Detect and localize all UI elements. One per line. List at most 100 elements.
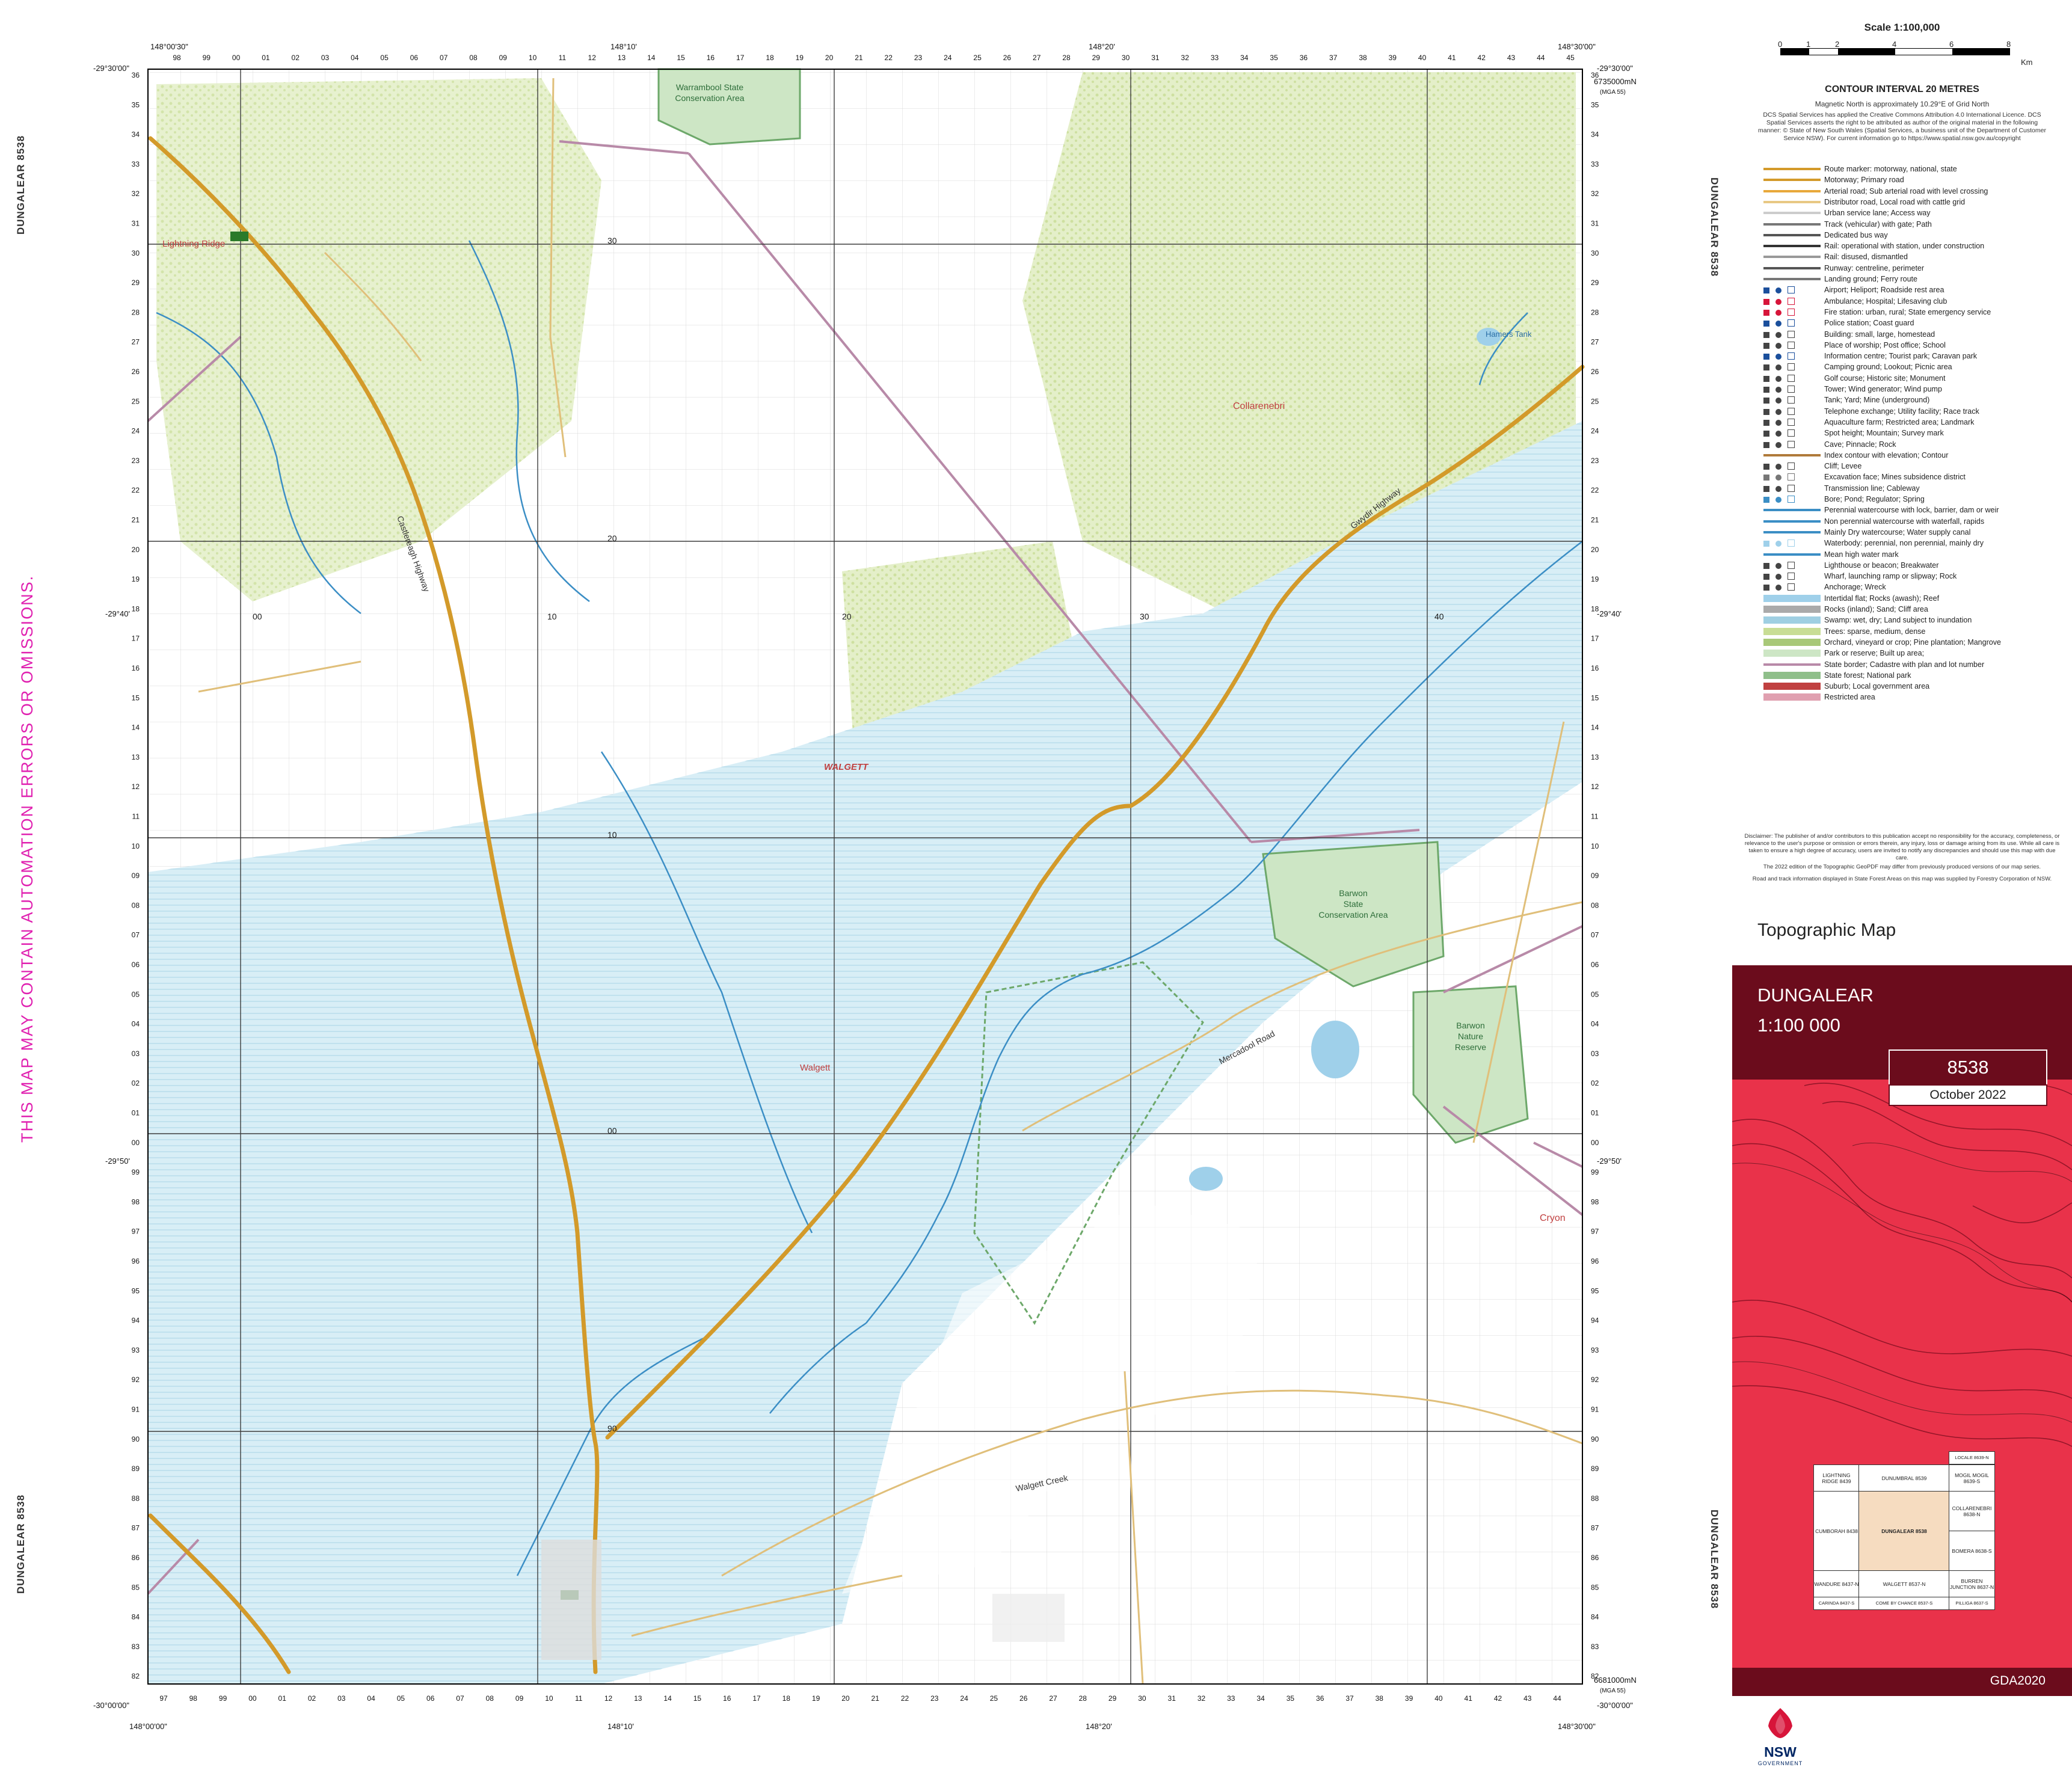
tick-label: 20 xyxy=(825,54,834,62)
tick-label: 22 xyxy=(901,1694,909,1703)
tick-label: 25 xyxy=(973,54,982,62)
datum-label: GDA2020 xyxy=(1990,1674,2046,1688)
index-cell: LIGHTNING RIDGE 8439 xyxy=(1813,1464,1860,1492)
legend-item-label: Swamp: wet, dry; Land subject to inundat… xyxy=(1824,616,1972,625)
coord-label: 148°20' xyxy=(1089,42,1115,51)
tick-label: 22 xyxy=(132,486,140,494)
tick-label: 06 xyxy=(1591,960,1599,969)
legend-item: Bore; Pond; Regulator; Spring xyxy=(1763,494,1925,505)
tick-label: 19 xyxy=(812,1694,820,1703)
legend-item: Swamp: wet, dry; Land subject to inundat… xyxy=(1763,615,1972,625)
tick-label: 91 xyxy=(1591,1406,1599,1414)
tick-label: 00 xyxy=(1591,1138,1599,1147)
legend-item-label: Suburb; Local government area xyxy=(1824,682,1930,691)
tick-label: 01 xyxy=(262,54,270,62)
tick-label: 27 xyxy=(132,338,140,346)
tick-label: 03 xyxy=(321,54,330,62)
grid-number: 10 xyxy=(547,612,557,621)
tick-label: 26 xyxy=(1003,54,1012,62)
tick-label: 42 xyxy=(1494,1694,1502,1703)
legend-item: Park or reserve; Built up area; xyxy=(1763,648,1924,659)
legend-item-label: Trees: sparse, medium, dense xyxy=(1824,627,1926,636)
legend-item: Place of worship; Post office; School xyxy=(1763,340,1946,351)
tick-label: 26 xyxy=(1019,1694,1028,1703)
legend-symbol-icon xyxy=(1763,286,1821,294)
tick-label: 09 xyxy=(515,1694,524,1703)
tick-label: 16 xyxy=(132,664,140,672)
index-cell: COLLARENEBRI 8638-N xyxy=(1949,1491,1995,1532)
legend-item-label: Fire station: urban, rural; State emerge… xyxy=(1824,307,1991,316)
legend-item-label: State border; Cadastre with plan and lot… xyxy=(1824,660,1985,669)
tick-label: 05 xyxy=(397,1694,405,1703)
legend-symbol-icon xyxy=(1763,429,1821,437)
tick-label: 17 xyxy=(132,635,140,643)
tick-label: 00 xyxy=(232,54,241,62)
tick-label: 35 xyxy=(1591,100,1599,109)
legend-item-label: Non perennial watercourse with waterfall… xyxy=(1824,517,1985,526)
place-label: Cryon xyxy=(1540,1213,1566,1223)
tick-label: 35 xyxy=(132,100,140,109)
tick-label: 88 xyxy=(132,1494,140,1502)
place-label: State xyxy=(1344,899,1363,909)
legend-symbol-icon xyxy=(1763,275,1821,283)
tick-label: 84 xyxy=(1591,1613,1599,1621)
topographic-map[interactable]: Warrambool State Conservation Area Light… xyxy=(0,0,1732,1776)
coord-label: 148°30'00" xyxy=(1558,1722,1596,1731)
tick-label: 14 xyxy=(647,54,656,62)
coord-label: 148°10' xyxy=(610,42,637,51)
legend-item-label: Ambulance; Hospital; Lifesaving club xyxy=(1824,297,1947,306)
legend-symbol-icon xyxy=(1763,573,1821,580)
index-cell-current: DUNGALEAR 8538 xyxy=(1858,1491,1950,1572)
coord-label: (MGA 55) xyxy=(1600,1688,1626,1694)
tick-label: 32 xyxy=(1197,1694,1206,1703)
legend-item-label: Spot height; Mountain; Survey mark xyxy=(1824,429,1944,438)
legend-symbol-icon xyxy=(1763,683,1821,690)
tick-label: 31 xyxy=(1168,1694,1176,1703)
legend-item-label: Orchard, vineyard or crop; Pine plantati… xyxy=(1824,638,2001,647)
coord-label: -30°00'00" xyxy=(1597,1701,1633,1710)
coord-label: -29°40' xyxy=(1597,609,1622,618)
legend-symbol-icon xyxy=(1763,418,1821,426)
magnetic-note: Magnetic North is approximately 10.29°E … xyxy=(1815,100,1990,108)
legend-item: Ambulance; Hospital; Lifesaving club xyxy=(1763,296,1947,307)
tick-label: 99 xyxy=(132,1168,140,1176)
tick-label: 99 xyxy=(219,1694,227,1703)
tick-label: 26 xyxy=(132,367,140,376)
legend-symbol-icon xyxy=(1763,220,1821,228)
legend-item-label: Place of worship; Post office; School xyxy=(1824,340,1946,349)
tick-label: 02 xyxy=(292,54,300,62)
tick-label: 12 xyxy=(1591,782,1599,791)
tick-label: 88 xyxy=(1591,1494,1599,1502)
legend-item: Information centre; Tourist park; Carava… xyxy=(1763,351,1977,361)
legend-symbol-icon xyxy=(1763,165,1821,173)
tick-label: 02 xyxy=(308,1694,316,1703)
tick-label: 38 xyxy=(1376,1694,1384,1703)
tick-label: 21 xyxy=(855,54,863,62)
legend-item: State forest; National park xyxy=(1763,670,1911,681)
index-cell: BURREN JUNCTION 8637-N xyxy=(1949,1570,1995,1598)
nsw-logo: NSW GOVERNMENT xyxy=(1756,1705,1804,1771)
tick-label: 07 xyxy=(440,54,448,62)
tick-label: 20 xyxy=(132,545,140,554)
tick-label: 13 xyxy=(618,54,626,62)
legend-item: Runway: centreline, perimeter xyxy=(1763,263,1924,274)
tick-label: 33 xyxy=(1211,54,1219,62)
tick-label: 87 xyxy=(1591,1524,1599,1532)
tick-label: 21 xyxy=(872,1694,880,1703)
legend-item-label: Restricted area xyxy=(1824,693,1875,702)
tick-label: 31 xyxy=(1591,220,1599,228)
tick-label: 83 xyxy=(132,1642,140,1651)
index-cell: WANDURE 8437-N xyxy=(1813,1570,1860,1598)
tick-label: 28 xyxy=(1591,308,1599,316)
tick-label: 13 xyxy=(634,1694,642,1703)
tick-label: 10 xyxy=(545,1694,553,1703)
legend-item-label: Rail: disused, dismantled xyxy=(1824,253,1908,262)
tick-label: 30 xyxy=(1122,54,1130,62)
legend-item: State border; Cadastre with plan and lot… xyxy=(1763,659,1984,670)
tick-label: 19 xyxy=(796,54,804,62)
tick-label: 17 xyxy=(752,1694,761,1703)
legend-item-label: Perennial watercourse with lock, barrier… xyxy=(1824,506,1999,515)
tick-label: 18 xyxy=(766,54,774,62)
legend-item: Aquaculture farm; Restricted area; Landm… xyxy=(1763,417,1974,428)
legend-symbol-icon xyxy=(1763,374,1821,382)
